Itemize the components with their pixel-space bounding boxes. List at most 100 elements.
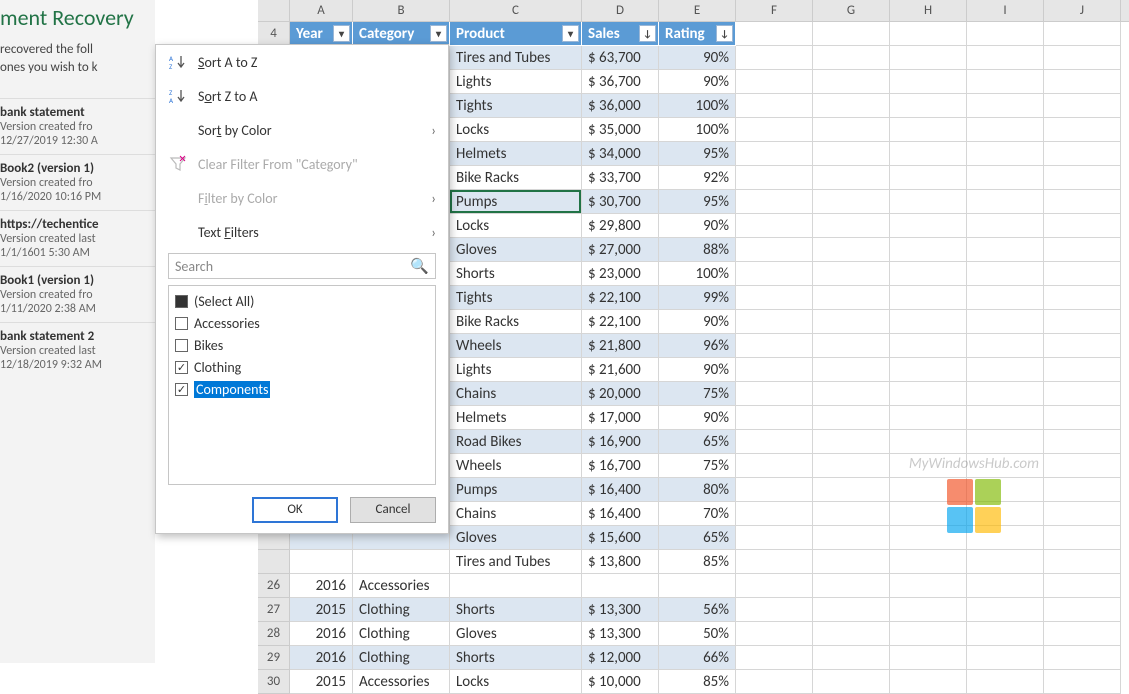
cell[interactable] [1044,46,1121,70]
cell-year[interactable]: 2016 [290,574,353,598]
cell-rating[interactable]: 66% [659,646,736,670]
cell[interactable] [813,142,890,166]
cell-sales[interactable]: $ 33,700 [582,166,659,190]
cell[interactable] [736,214,813,238]
cell[interactable] [890,142,967,166]
cell-sales[interactable]: $ 15,600 [582,526,659,550]
row-number[interactable]: 29 [258,646,290,670]
cell[interactable] [813,622,890,646]
cell-product[interactable]: Locks [450,670,582,694]
cell[interactable] [967,22,1044,46]
cell[interactable] [813,382,890,406]
cell-sales[interactable]: $ 13,800 [582,550,659,574]
cell-product[interactable]: Tires and Tubes [450,550,582,574]
cell[interactable] [890,262,967,286]
cell[interactable] [890,622,967,646]
cell-rating[interactable]: 75% [659,382,736,406]
filter-sort-icon[interactable]: ↓ [716,25,733,42]
col-header-H[interactable]: H [890,0,967,21]
cell[interactable] [967,574,1044,598]
cell[interactable] [736,622,813,646]
cell[interactable] [890,550,967,574]
cell[interactable] [890,670,967,694]
filter-value-select-all[interactable]: (Select All) [175,290,429,312]
cell-rating[interactable]: 65% [659,526,736,550]
cell-rating[interactable]: 85% [659,550,736,574]
cell[interactable] [890,598,967,622]
cell[interactable] [736,550,813,574]
cell[interactable] [1044,478,1121,502]
cell-sales[interactable]: $ 35,000 [582,118,659,142]
cell[interactable] [813,118,890,142]
header-sales[interactable]: Sales ↓ [582,22,659,46]
cell-rating[interactable]: 90% [659,214,736,238]
cell[interactable] [1044,190,1121,214]
cell[interactable] [813,22,890,46]
cell-sales[interactable]: $ 21,600 [582,358,659,382]
cell-category[interactable] [353,550,450,574]
cell-product[interactable]: Shorts [450,262,582,286]
cell[interactable] [736,382,813,406]
cell-category[interactable]: Clothing [353,598,450,622]
cell[interactable] [890,406,967,430]
cell-product[interactable]: Tires and Tubes [450,46,582,70]
col-header-F[interactable]: F [736,0,813,21]
cell[interactable] [967,214,1044,238]
cell-sales[interactable] [582,574,659,598]
cell-rating[interactable]: 90% [659,46,736,70]
cell[interactable] [890,22,967,46]
cell[interactable] [890,382,967,406]
cell[interactable] [736,94,813,118]
filter-search-input[interactable]: Search 🔍 [168,253,436,279]
cell[interactable] [890,334,967,358]
cell[interactable] [736,310,813,334]
filter-value-components[interactable]: ✓ Components [175,378,429,400]
cell[interactable] [813,478,890,502]
cell[interactable] [1044,262,1121,286]
cell[interactable] [1044,526,1121,550]
cell-year[interactable]: 2015 [290,670,353,694]
cell[interactable] [813,358,890,382]
cell[interactable] [890,238,967,262]
cell[interactable] [813,262,890,286]
cell[interactable] [813,574,890,598]
cell[interactable] [890,166,967,190]
cell-product[interactable]: Pumps [450,478,582,502]
cell[interactable] [967,550,1044,574]
filter-values-listbox[interactable]: (Select All) Accessories Bikes ✓ Clothin… [168,285,436,485]
cell[interactable] [1044,310,1121,334]
cell-product[interactable]: Gloves [450,526,582,550]
cell-rating[interactable]: 100% [659,118,736,142]
cell[interactable] [813,166,890,190]
cell-rating[interactable]: 90% [659,406,736,430]
cell[interactable] [813,454,890,478]
cell-product[interactable]: Locks [450,214,582,238]
cell[interactable] [967,310,1044,334]
cell-sales[interactable]: $ 20,000 [582,382,659,406]
cell-product[interactable]: Pumps [450,190,582,214]
cell[interactable] [736,142,813,166]
text-filters[interactable]: Text Filters › [156,215,448,249]
cell[interactable] [736,238,813,262]
cell-product[interactable]: Bike Racks [450,310,582,334]
cell-product[interactable]: Lights [450,70,582,94]
cell[interactable] [813,94,890,118]
cell-sales[interactable]: $ 22,100 [582,310,659,334]
cell[interactable] [813,46,890,70]
row-number[interactable]: 26 [258,574,290,598]
cell[interactable] [890,190,967,214]
recovery-item[interactable]: bank statement Version created fro 12/27… [0,98,155,154]
cell-product[interactable]: Chains [450,502,582,526]
cell[interactable] [813,214,890,238]
cell[interactable] [1044,22,1121,46]
cell-product[interactable]: Lights [450,358,582,382]
cell[interactable] [813,286,890,310]
cell[interactable] [736,118,813,142]
col-header-G[interactable]: G [813,0,890,21]
cell[interactable] [890,430,967,454]
cell-rating[interactable]: 50% [659,622,736,646]
cell-product[interactable]: Shorts [450,598,582,622]
cell[interactable] [967,670,1044,694]
filter-value-bikes[interactable]: Bikes [175,334,429,356]
cell-product[interactable]: Gloves [450,238,582,262]
